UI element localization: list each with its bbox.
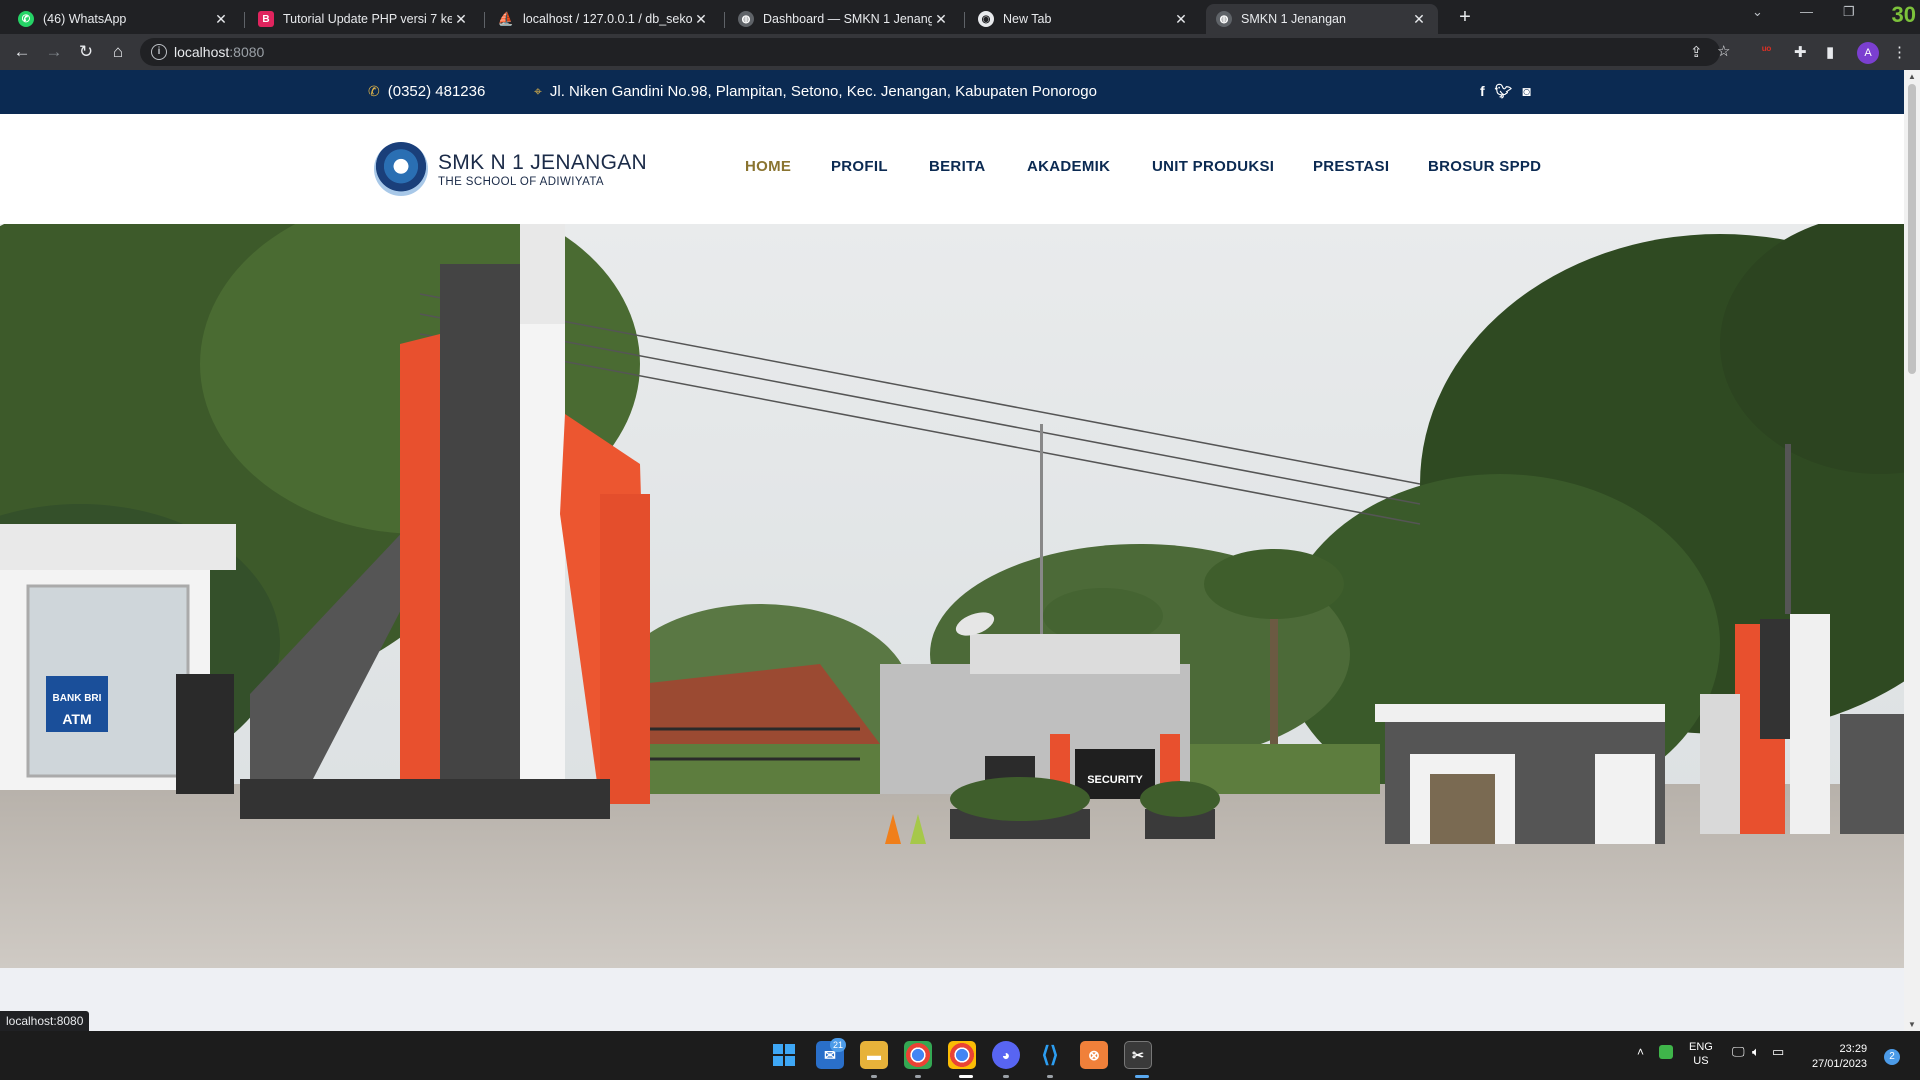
- page-scrollbar[interactable]: ▲ ▼: [1904, 70, 1920, 1031]
- ublock-extension-icon[interactable]: ᵘᵒ: [1762, 43, 1771, 57]
- windows-start-icon[interactable]: [770, 1041, 798, 1069]
- restore-button[interactable]: ❐: [1843, 4, 1855, 20]
- fps-counter: 30: [1891, 2, 1916, 27]
- link-status-tooltip: localhost:8080: [0, 1011, 90, 1031]
- extensions-puzzle-icon[interactable]: ✚: [1794, 43, 1807, 61]
- instagram-icon[interactable]: ◙: [1522, 83, 1530, 100]
- nav-berita[interactable]: BERITA: [929, 158, 986, 175]
- top-info-bar: ✆ (0352) 481236 ⌖ Jl. Niken Gandini No.9…: [0, 70, 1904, 114]
- close-icon[interactable]: ✕: [932, 11, 950, 28]
- browser-toolbar: ← → ↻ ⌂ i localhost:8080 ⇪ ☆ ᵘᵒ ✚ ▮ ⋮: [0, 34, 1920, 70]
- tray-overflow-icon[interactable]: ˄: [1637, 1045, 1644, 1059]
- network-icon[interactable]: 🖵︎: [1732, 1044, 1745, 1060]
- school-emblem-icon: [374, 142, 428, 196]
- chrome-profile-icon[interactable]: [948, 1041, 976, 1069]
- phone-number: (0352) 481236: [387, 83, 486, 100]
- notification-badge[interactable]: 2: [1884, 1049, 1900, 1065]
- minimize-button[interactable]: —: [1800, 4, 1813, 19]
- share-icon[interactable]: ⇪: [1690, 43, 1703, 61]
- close-icon[interactable]: ✕: [212, 11, 230, 28]
- forward-button[interactable]: →: [44, 42, 64, 62]
- hero-banner: BANK BRI ATM SECURITY: [0, 224, 1904, 968]
- system-clock[interactable]: 23:29 27/01/2023: [1812, 1042, 1867, 1072]
- site-info-icon[interactable]: i: [151, 44, 167, 60]
- vscode-icon[interactable]: ⟨⟩: [1036, 1041, 1064, 1069]
- bank-label: BANK BRI: [53, 693, 102, 704]
- profile-avatar[interactable]: A: [1857, 42, 1879, 64]
- tab-phpmyadmin[interactable]: ⛵ localhost / 127.0.0.1 / db_sekolah ✕: [488, 4, 720, 34]
- tab-dashboard[interactable]: ◍ Dashboard — SMKN 1 Jenangan ✕: [728, 4, 960, 34]
- scrollbar-thumb[interactable]: [1908, 84, 1916, 374]
- chrome-icon: ◉: [978, 11, 994, 27]
- scroll-down-icon[interactable]: ▼: [1908, 1020, 1916, 1029]
- reload-button[interactable]: ↻: [76, 42, 96, 62]
- tab-search-icon[interactable]: ⌄: [1752, 4, 1763, 20]
- twitter-icon[interactable]: 🐦︎: [1495, 83, 1513, 100]
- browser-tab-strip: ✆ (46) WhatsApp ✕ B Tutorial Update PHP …: [0, 0, 1920, 34]
- nav-prestasi[interactable]: PRESTASI: [1313, 158, 1389, 175]
- security-sign: SECURITY: [1087, 774, 1143, 786]
- mail-badge: 21: [830, 1038, 846, 1052]
- phone-contact: ✆ (0352) 481236: [368, 83, 485, 100]
- volume-icon[interactable]: 🔈︎: [1752, 1044, 1760, 1060]
- discord-icon[interactable]: ◕: [992, 1041, 1020, 1069]
- social-links: f 🐦︎ ◙: [1480, 83, 1531, 100]
- nav-brosur-sppd[interactable]: BROSUR SPPD: [1428, 158, 1541, 175]
- close-icon[interactable]: ✕: [452, 11, 470, 28]
- tab-title: (46) WhatsApp: [43, 12, 127, 26]
- scroll-up-icon[interactable]: ▲: [1908, 72, 1916, 81]
- logo-title: SMK N 1 JENANGAN: [438, 150, 648, 174]
- tab-title: New Tab: [1003, 12, 1052, 26]
- back-button[interactable]: ←: [12, 42, 32, 62]
- site-logo[interactable]: SMK N 1 JENANGAN THE SCHOOL OF ADIWIYATA: [374, 142, 647, 196]
- close-icon[interactable]: ✕: [1410, 11, 1428, 28]
- tab-title: localhost / 127.0.0.1 / db_sekolah: [523, 12, 692, 26]
- nav-akademik[interactable]: AKADEMIK: [1027, 158, 1110, 175]
- tab-smkn-active[interactable]: ◍ SMKN 1 Jenangan ✕: [1206, 4, 1438, 34]
- tab-title: Tutorial Update PHP versi 7 ke 8: [283, 12, 452, 26]
- phone-icon: ✆: [368, 83, 380, 99]
- site-header: SMK N 1 JENANGAN THE SCHOOL OF ADIWIYATA…: [0, 114, 1904, 224]
- facebook-icon[interactable]: f: [1480, 83, 1485, 100]
- globe-icon: ◍: [738, 11, 754, 27]
- close-icon[interactable]: ✕: [692, 11, 710, 28]
- tab-tutorial-php[interactable]: B Tutorial Update PHP versi 7 ke 8 ✕: [248, 4, 480, 34]
- battery-icon[interactable]: ▭: [1772, 1044, 1784, 1060]
- browser-menu-icon[interactable]: ⋮: [1892, 43, 1907, 61]
- language-indicator[interactable]: ENG US: [1689, 1040, 1713, 1068]
- chrome-icon[interactable]: [904, 1041, 932, 1069]
- nav-profil[interactable]: PROFIL: [831, 158, 888, 175]
- globe-icon: ◍: [1216, 11, 1232, 27]
- xampp-icon[interactable]: ⊗: [1080, 1041, 1108, 1069]
- snipping-tool-icon[interactable]: ✂: [1124, 1041, 1152, 1069]
- page-viewport: ✆ (0352) 481236 ⌖ Jl. Niken Gandini No.9…: [0, 70, 1904, 1031]
- tab-title: Dashboard — SMKN 1 Jenangan: [763, 12, 932, 26]
- tab-new-tab[interactable]: ◉ New Tab ✕: [968, 4, 1200, 34]
- phpmyadmin-icon: ⛵: [497, 11, 515, 26]
- nav-unit-produksi[interactable]: UNIT PRODUKSI: [1152, 158, 1274, 175]
- url-text: localhost:8080: [174, 44, 265, 60]
- address-text: Jl. Niken Gandini No.98, Plampitan, Seto…: [549, 83, 1097, 100]
- windows-taskbar: ✉ 21 ▬ ◕ ⟨⟩ ⊗ ✂ ˄ ENG US 🖵︎ 🔈︎ ▭ 23:29 27…: [0, 1031, 1920, 1080]
- new-tab-button[interactable]: +: [1454, 6, 1476, 28]
- tab-title: SMKN 1 Jenangan: [1241, 12, 1346, 26]
- blogger-icon: B: [258, 11, 274, 27]
- nav-home[interactable]: HOME: [745, 158, 791, 175]
- logo-subtitle: THE SCHOOL OF ADIWIYATA: [438, 175, 604, 188]
- school-gate-photo: BANK BRI ATM SECURITY: [0, 224, 1904, 968]
- address-contact: ⌖ Jl. Niken Gandini No.98, Plampitan, Se…: [534, 83, 1097, 100]
- side-panel-icon[interactable]: ▮: [1826, 43, 1834, 61]
- atm-label: ATM: [62, 711, 91, 727]
- home-button[interactable]: ⌂: [108, 42, 128, 62]
- file-explorer-icon[interactable]: ▬: [860, 1041, 888, 1069]
- tray-app-icon[interactable]: [1659, 1045, 1673, 1059]
- map-pin-icon: ⌖: [534, 83, 542, 99]
- close-icon[interactable]: ✕: [1172, 11, 1190, 28]
- address-bar[interactable]: i localhost:8080 ⇪ ☆: [140, 38, 1730, 66]
- tab-whatsapp[interactable]: ✆ (46) WhatsApp ✕: [8, 4, 240, 34]
- whatsapp-icon: ✆: [18, 11, 34, 27]
- bookmark-star-icon[interactable]: ☆: [1717, 42, 1730, 60]
